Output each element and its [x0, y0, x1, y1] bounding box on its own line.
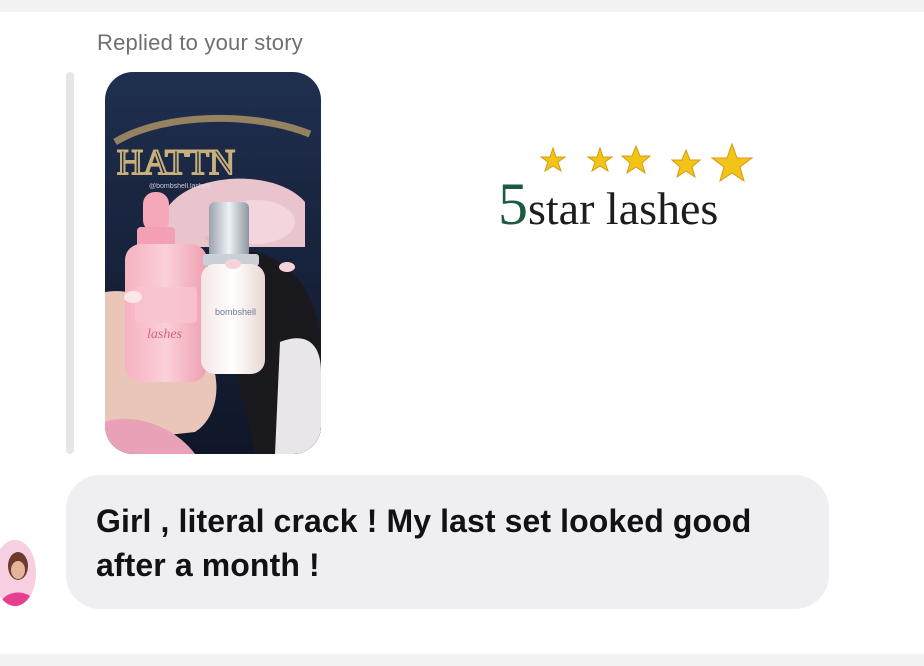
- top-strip: [0, 0, 924, 12]
- story-thumbnail[interactable]: HATTN lashes bombshell @bombshell.lashes: [105, 72, 321, 454]
- replied-to-story-label: Replied to your story: [97, 30, 303, 55]
- message-bubble[interactable]: Girl , literal crack ! My last set looke…: [66, 475, 829, 609]
- five-star-lashes-logo: 5star lashes: [498, 140, 798, 250]
- reply-quote-bar: [66, 72, 74, 454]
- svg-text:lashes: lashes: [147, 327, 183, 342]
- bottom-strip: [0, 654, 924, 666]
- svg-text:HATTN: HATTN: [117, 142, 235, 182]
- story-overlay-handle: @bombshell.lashes: [149, 183, 211, 190]
- dropper-bottle-label: bombshell: [215, 307, 256, 317]
- logo-word: star lashes: [528, 183, 719, 234]
- story-image: HATTN lashes bombshell @bombshell.lashes: [105, 72, 321, 454]
- logo-text: 5star lashes: [498, 170, 718, 239]
- message-text: Girl , literal crack ! My last set looke…: [96, 503, 752, 583]
- logo-numeral: 5: [498, 171, 528, 237]
